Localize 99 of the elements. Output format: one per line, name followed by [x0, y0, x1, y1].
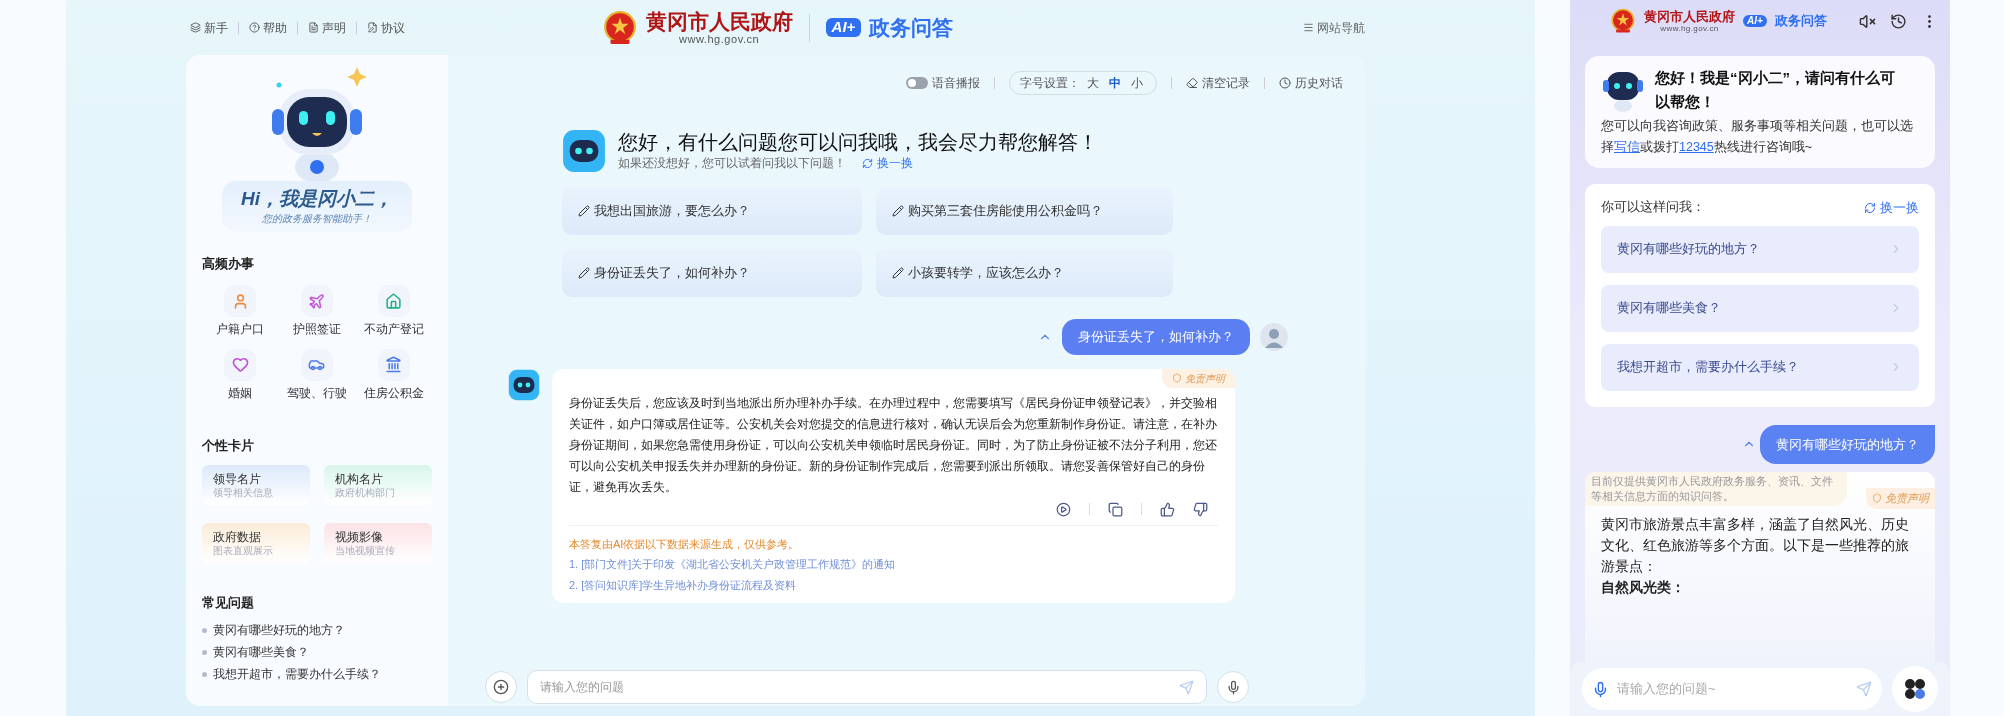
user-avatar-icon	[1260, 322, 1288, 351]
site-nav-link[interactable]: 网站导航	[1035, 18, 1365, 37]
font-size-label: 字号设置：	[1020, 75, 1080, 92]
mascot-subtitle: 您的政务服务智能助手！	[262, 211, 372, 226]
microphone-icon	[1225, 679, 1241, 695]
suggested-question[interactable]: 身份证丢失了，如何补办？	[562, 249, 862, 297]
plus-icon	[493, 679, 509, 695]
service-shortcut[interactable]: 户籍户口	[202, 285, 279, 339]
site-url: www.hg.gov.cn	[678, 33, 760, 45]
profile-card[interactable]: 领导名片 领导相关信息	[202, 465, 310, 506]
pencil-icon	[892, 205, 904, 217]
suggested-question[interactable]: 黄冈有哪些好玩的地方？	[1601, 225, 1919, 273]
answer-heading: 自然风光类：	[1601, 579, 1686, 597]
mascot-greeting: Hi，我是冈小二，	[241, 187, 393, 211]
site-url: www.hg.gov.cn	[1660, 24, 1719, 33]
layers-icon	[190, 22, 201, 33]
service-shortcut[interactable]: 住房公积金	[355, 348, 432, 402]
pencil-icon	[578, 205, 590, 217]
user-message: 黄冈有哪些好玩的地方？	[1760, 424, 1935, 464]
microphone-icon[interactable]	[1592, 680, 1609, 698]
service-shortcut[interactable]: 驾驶、行驶	[278, 348, 356, 402]
voice-input-button[interactable]	[1217, 671, 1249, 703]
suggested-question[interactable]: 小孩要转学，应该怎么办？	[876, 249, 1173, 297]
service-shortcut[interactable]: 不动产登记	[355, 285, 432, 339]
refresh-button[interactable]: 换一换	[1864, 198, 1919, 218]
service-shortcut[interactable]: 婚姻	[202, 348, 279, 402]
welcome-title: 您好！我是“冈小二”，请问有什么可以帮您！	[1655, 68, 1896, 112]
suggestion-title: 你可以这样问我：	[1601, 199, 1705, 217]
header-link[interactable]: 协议	[367, 18, 405, 37]
apps-button[interactable]	[1892, 666, 1938, 712]
font-size-option[interactable]: 小	[1128, 74, 1146, 92]
font-size-option[interactable]: 大	[1084, 74, 1102, 92]
pencil-icon	[578, 267, 590, 279]
greeting-hint: 如果还没想好，您可以试着问我以下问题！	[618, 155, 846, 171]
product-name: 政务问答	[1774, 12, 1827, 31]
history-button[interactable]: 历史对话	[1279, 74, 1343, 92]
disclaimer-tag: 免责声明	[1162, 368, 1235, 388]
shield-icon	[1872, 493, 1882, 504]
document-icon	[308, 22, 319, 33]
welcome-text: 您可以向我咨询政策、服务事项等相关问题，也可以选择写信或拨打12345热线进行咨询哦~	[1601, 118, 1914, 156]
product-name: 政务问答	[869, 14, 954, 41]
history-icon[interactable]	[1890, 12, 1907, 30]
site-name: 黄冈市人民政府	[1644, 9, 1735, 23]
suggested-question[interactable]: 我想开超市，需要办什么手续？	[1601, 343, 1919, 391]
clear-history-button[interactable]: 清空记录	[1186, 74, 1250, 92]
letter-link[interactable]: 写信	[1614, 140, 1640, 154]
source-note: 本答复由AI依据以下数据来源生成，仅供参考。	[569, 536, 801, 552]
refresh-button[interactable]: 换一换	[862, 154, 913, 173]
suggested-question[interactable]: 我想出国旅游，要怎么办？	[562, 187, 862, 235]
pencil-icon	[892, 267, 904, 279]
refresh-icon	[862, 158, 873, 169]
answer-text: 身份证丢失后，您应该及时到当地派出所办理补办手续。在办理过程中，您需要填写《居民身份证申领登记表》，并交验相关证件，如户口簿或居住证等。公安机关会对您提交的信息进行核对，确认无误后会为您重新制作身份证。请注意，在补办身份证期间，如果您急需使用身份证，可以向公安机关申领临时居民身份证。同时，为了防止身份证被不法分子利用，您还可以向公安机关申报丢失并办理新的身份证。新的身份证制作完成后，您需要到派出所领取。请您妥善保管好自己的身份证，避免再次丢失。	[569, 394, 1218, 496]
eraser-icon	[1186, 77, 1198, 89]
suggested-question[interactable]: 购买第三套住房能使用公积金吗？	[876, 187, 1173, 235]
profile-card[interactable]: 政府数据 图表直观展示	[202, 523, 310, 564]
emblem-icon	[1610, 8, 1636, 34]
robot-avatar-icon	[508, 368, 540, 401]
edit-icon	[367, 22, 378, 33]
greeting-title: 您好，有什么问题您可以问我哦，我会尽力帮您解答！	[618, 129, 1098, 155]
user-message: 身份证丢失了，如何补办？	[1062, 319, 1250, 355]
disclaimer-tag: 免责声明	[1866, 488, 1935, 509]
mute-icon[interactable]	[1859, 12, 1876, 30]
help-icon	[249, 22, 260, 33]
refresh-icon	[1864, 201, 1876, 214]
play-icon[interactable]	[1056, 501, 1071, 517]
site-name: 黄冈市人民政府	[645, 10, 793, 32]
profile-card[interactable]: 机构名片 政府机构部门	[324, 465, 432, 506]
menu-icon	[1303, 22, 1314, 33]
emblem-icon	[601, 9, 638, 46]
clock-icon	[1279, 77, 1291, 89]
faq-link[interactable]: 黄冈有哪些好玩的地方？	[202, 621, 432, 639]
ai-badge: AI+	[825, 18, 862, 37]
ai-badge: AI+	[1743, 14, 1767, 28]
question-field[interactable]: 请输入您的问题~	[1582, 668, 1882, 710]
faq-link[interactable]: 黄冈有哪些美食？	[202, 644, 432, 662]
question-field[interactable]: 请输入您的问题	[527, 670, 1207, 704]
suggested-question[interactable]: 黄冈有哪些美食？	[1601, 284, 1919, 332]
shield-icon	[1172, 373, 1182, 383]
faq-link[interactable]: 我想开超市，需要办什么手续？	[202, 666, 432, 684]
section-title: 高频办事	[202, 254, 255, 273]
header-link[interactable]: 声明	[308, 18, 346, 37]
service-notice: 目前仅提供黄冈市人民政府政务服务、资讯、文件等相关信息方面的知识问答。	[1585, 472, 1847, 506]
answer-text: 黄冈市旅游景点丰富多样，涵盖了自然风光、历史文化、红色旅游等多个方面。以下是一些推荐的旅游景点：	[1601, 516, 1910, 576]
thumbs-down-icon[interactable]	[1193, 501, 1208, 517]
robot-avatar-icon	[562, 129, 606, 173]
question-input[interactable]: 请输入您的问题	[540, 678, 1179, 696]
section-title: 常见问题	[202, 594, 255, 613]
thumbs-up-icon[interactable]	[1160, 501, 1175, 517]
font-size-option[interactable]: 中	[1106, 74, 1124, 92]
copy-icon[interactable]	[1108, 501, 1123, 517]
service-shortcut[interactable]: 护照签证	[278, 285, 356, 339]
voice-toggle[interactable]: 语音播报	[906, 74, 980, 92]
header-link[interactable]: 帮助	[249, 18, 287, 37]
apps-icon	[1904, 678, 1926, 700]
add-button[interactable]	[485, 671, 517, 703]
header-link[interactable]: 新手	[190, 18, 228, 37]
hotline-link[interactable]: 12345	[1679, 140, 1714, 154]
section-title: 个性卡片	[202, 436, 255, 455]
profile-card[interactable]: 视频影像 当地视频宣传	[324, 523, 432, 564]
